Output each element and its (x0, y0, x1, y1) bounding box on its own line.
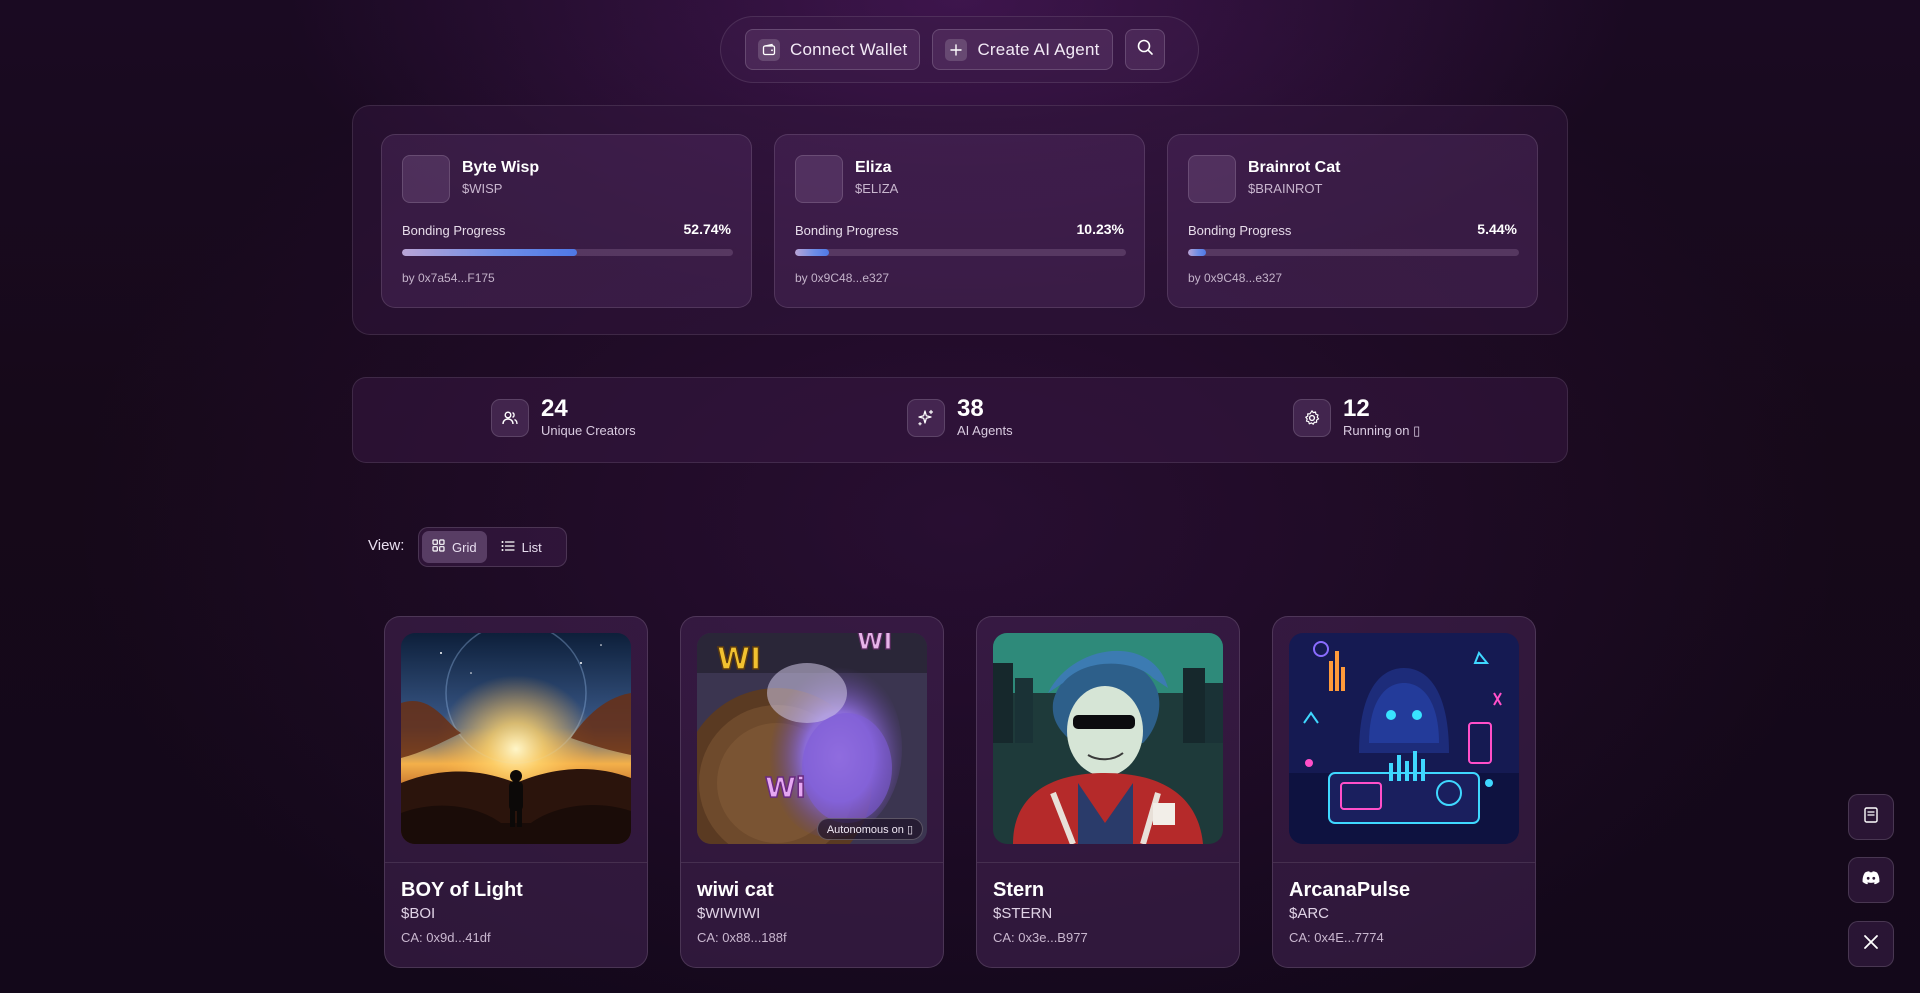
token-name: Eliza (855, 159, 892, 176)
bonding-progress-bar (795, 249, 1126, 256)
card-divider (1273, 862, 1535, 863)
agent-card[interactable]: Stern $STERN CA: 0x3e...B977 (976, 616, 1240, 968)
agent-name: BOY of Light (401, 879, 523, 901)
agent-name: wiwi cat (697, 879, 774, 901)
agent-contract-address: CA: 0x3e...B977 (993, 930, 1088, 945)
agent-ticker: $BOI (401, 905, 436, 922)
x-icon (1863, 934, 1879, 955)
search-icon (1136, 38, 1154, 61)
bonding-progress-value: 5.44% (1477, 221, 1517, 237)
image-caption: Wi (765, 771, 805, 804)
gear-icon (1293, 399, 1331, 437)
image-caption: WI (717, 642, 761, 677)
agent-name: Stern (993, 879, 1045, 901)
stat-value: 24 (541, 395, 568, 422)
wallet-icon (758, 38, 780, 61)
search-button[interactable] (1124, 29, 1165, 70)
top-nav: Connect Wallet Create AI Agent (720, 16, 1199, 83)
view-label: View: (368, 537, 405, 554)
plus-icon (945, 38, 968, 61)
agent-contract-address: CA: 0x9d...41df (401, 930, 491, 945)
creator-address: by 0x9C48...e327 (795, 271, 890, 285)
token-name: Byte Wisp (462, 159, 540, 176)
agent-card[interactable]: ArcanaPulse $ARC CA: 0x4E...7774 (1272, 616, 1536, 968)
agent-card[interactable]: BOY of Light $BOI CA: 0x9d...41df (384, 616, 648, 968)
bonding-progress-fill (402, 249, 577, 256)
bonding-progress-label: Bonding Progress (402, 223, 506, 238)
creator-address: by 0x7a54...F175 (402, 271, 495, 285)
discord-button[interactable] (1848, 857, 1894, 903)
view-toggle: Grid List (418, 527, 567, 567)
grid-view-button[interactable]: Grid (422, 531, 487, 563)
agent-contract-address: CA: 0x4E...7774 (1289, 930, 1384, 945)
trending-panel: Byte Wisp $WISP Bonding Progress 52.74% … (352, 105, 1568, 335)
stat-label: AI Agents (957, 423, 1013, 438)
card-divider (681, 862, 943, 863)
token-avatar (402, 155, 450, 203)
list-view-label: List (521, 539, 542, 555)
token-avatar (1188, 155, 1236, 203)
agent-image: WI WI Wi Autonomous on ▯ (697, 633, 927, 844)
bonding-progress-bar (402, 249, 733, 256)
agent-image (993, 633, 1223, 844)
list-icon (501, 540, 515, 555)
stat-unique-creators: 24 Unique Creators (491, 396, 636, 440)
stat-value: 12 (1343, 395, 1370, 422)
card-divider (977, 862, 1239, 863)
bonding-progress-value: 52.74% (683, 221, 731, 237)
token-ticker: $ELIZA (855, 181, 899, 196)
stat-ai-agents: 38 AI Agents (907, 396, 1013, 440)
docs-button[interactable] (1848, 794, 1894, 840)
grid-icon (432, 539, 445, 555)
trending-card[interactable]: Eliza $ELIZA Bonding Progress 10.23% by … (774, 134, 1145, 308)
discord-icon (1861, 870, 1881, 891)
agent-ticker: $ARC (1289, 905, 1330, 922)
stat-label: Running on ▯ (1343, 423, 1421, 438)
create-ai-agent-button[interactable]: Create AI Agent (932, 29, 1113, 70)
sparkles-icon (907, 399, 945, 437)
x-twitter-button[interactable] (1848, 921, 1894, 967)
agent-card[interactable]: WI WI Wi Autonomous on ▯ wiwi cat $WIWIW… (680, 616, 944, 968)
agent-contract-address: CA: 0x88...188f (697, 930, 787, 945)
users-icon (491, 399, 529, 437)
creator-address: by 0x9C48...e327 (1188, 271, 1283, 285)
agent-ticker: $STERN (993, 905, 1053, 922)
bonding-progress-label: Bonding Progress (795, 223, 899, 238)
grid-view-label: Grid (452, 539, 477, 555)
docs-icon (1862, 806, 1880, 829)
connect-wallet-label: Connect Wallet (790, 39, 908, 59)
stats-bar: 24 Unique Creators 38 AI Agents 12 Runni… (352, 377, 1568, 463)
trending-card[interactable]: Brainrot Cat $BRAINROT Bonding Progress … (1167, 134, 1538, 308)
token-ticker: $WISP (462, 181, 503, 196)
agent-image (401, 633, 631, 844)
bonding-progress-label: Bonding Progress (1188, 223, 1292, 238)
trending-card[interactable]: Byte Wisp $WISP Bonding Progress 52.74% … (381, 134, 752, 308)
autonomous-badge: Autonomous on ▯ (816, 818, 923, 840)
list-view-button[interactable]: List (491, 531, 552, 563)
agent-name: ArcanaPulse (1289, 879, 1411, 901)
create-ai-agent-label: Create AI Agent (977, 39, 1100, 59)
stat-value: 38 (957, 395, 984, 422)
agent-image (1289, 633, 1519, 844)
bonding-progress-fill (1188, 249, 1206, 256)
token-ticker: $BRAINROT (1248, 181, 1323, 196)
bonding-progress-fill (795, 249, 829, 256)
connect-wallet-button[interactable]: Connect Wallet (745, 29, 921, 70)
token-name: Brainrot Cat (1248, 159, 1341, 176)
bonding-progress-bar (1188, 249, 1519, 256)
token-avatar (795, 155, 843, 203)
card-divider (385, 862, 647, 863)
stat-label: Unique Creators (541, 423, 636, 438)
bonding-progress-value: 10.23% (1076, 221, 1124, 237)
stat-running-on: 12 Running on ▯ (1293, 396, 1420, 440)
image-caption: WI (857, 633, 892, 655)
agent-ticker: $WIWIWI (697, 905, 761, 922)
